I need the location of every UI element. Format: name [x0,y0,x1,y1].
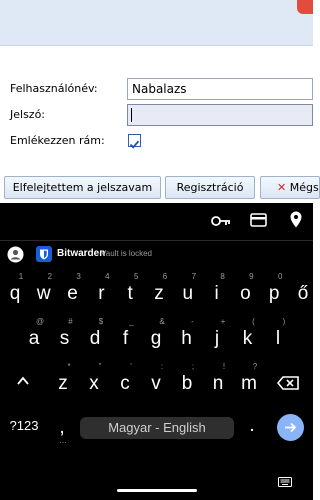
password-label: Jelszó: [10,108,46,121]
key-z[interactable]: z [51,373,75,395]
location-pin-icon[interactable] [290,211,302,228]
cancel-x-icon: ✕ [277,181,287,194]
key-f[interactable]: f [114,328,138,350]
key-ő[interactable]: ő [291,283,315,305]
enter-button[interactable] [277,414,304,441]
key-hint-x: " [98,362,102,371]
key-hint-a: @ [35,317,45,326]
key-hint-g: & [159,317,165,326]
cancel-label: Mégs [289,181,319,194]
key-q[interactable]: q [3,283,27,305]
key-hint-e: 3 [76,272,81,281]
key-c[interactable]: c [113,373,137,395]
key-hint-f: _ [129,317,134,326]
credit-card-icon[interactable] [250,213,267,227]
key-v[interactable]: v [144,373,168,395]
key-e[interactable]: e [61,283,85,305]
key-k[interactable]: k [236,328,260,350]
key-hint-k: ( [252,317,255,326]
key-hint-z: * [67,362,71,371]
remember-label: Emlékezzen rám: [10,134,105,147]
key-d[interactable]: d [83,328,107,350]
bitwarden-suggestion[interactable]: Bitwarden Vault is locked [36,246,236,262]
key-hint-j: + [220,317,226,326]
key-n[interactable]: n [206,373,230,395]
assistant-icon[interactable] [7,246,24,263]
keyboard-switch-icon[interactable] [278,477,292,487]
bitwarden-shield-icon [36,246,52,262]
arrow-right-icon [285,422,297,433]
key-t[interactable]: t [118,283,142,305]
key-icon[interactable] [211,215,231,227]
key-r[interactable]: r [89,283,113,305]
key-hint-q: 1 [18,272,24,281]
key-p[interactable]: p [262,283,286,305]
key-z[interactable]: z [147,283,171,305]
key-s[interactable]: s [53,328,77,350]
keyboard: Bitwarden Vault is locked q1w2e3r4t5z6u7… [0,203,313,500]
key-b[interactable]: b [175,373,199,395]
key-m[interactable]: m [237,373,261,395]
symbols-key[interactable]: ?123 [6,418,42,433]
backspace-icon[interactable] [277,376,299,390]
key-hint-d: $ [98,317,104,326]
key-hint-m: ? [252,362,258,371]
username-label: Felhasználónév: [10,82,98,95]
key-l[interactable]: l [266,328,290,350]
key-w[interactable]: w [32,283,56,305]
key-hint-b: ; [191,362,195,371]
key-hint-c: ' [130,362,132,371]
key-x[interactable]: x [82,373,106,395]
close-icon[interactable] [297,0,313,14]
text-cursor [131,108,132,122]
key-hint-u: 7 [191,272,197,281]
key-h[interactable]: h [175,328,199,350]
key-hint-l: ) [282,317,286,326]
shift-icon[interactable] [16,375,30,389]
key-j[interactable]: j [205,328,229,350]
bitwarden-app-name: Bitwarden [57,248,106,259]
checkmark-icon [129,140,140,149]
key-i[interactable]: i [205,283,229,305]
key-hint-s: # [68,317,73,326]
key-u[interactable]: u [176,283,200,305]
divider [0,240,313,241]
key-hint-w: 2 [47,272,53,281]
key-o[interactable]: o [233,283,257,305]
vault-status: Vault is locked [101,249,152,258]
key-hint-i: 8 [220,272,225,281]
username-input[interactable]: Nabalazs [127,78,313,100]
key-hint-p: 0 [277,272,283,281]
key-a[interactable]: a [22,328,46,350]
remember-checkbox[interactable] [128,134,141,149]
browser-top-bar [0,0,313,46]
home-indicator[interactable] [117,489,197,492]
key-hint-o: 9 [249,272,254,281]
register-button[interactable]: Regisztráció [165,176,255,199]
key-hint-n: ! [222,362,226,371]
key-hint-h: - [191,317,194,326]
key-hint-t: 5 [133,272,139,281]
key-hint-r: 4 [105,272,110,281]
key-hint-z: 6 [162,272,168,281]
period-key[interactable]: . [240,415,264,437]
key-g[interactable]: g [144,328,168,350]
comma-hint: … [59,436,67,445]
password-input[interactable] [127,104,313,126]
space-bar[interactable]: Magyar - English [80,417,234,439]
key-hint-v: : [160,362,164,371]
forgot-password-button[interactable]: Elfelejtettem a jelszavam [4,176,161,199]
cancel-button[interactable]: ✕ Mégs [260,176,320,199]
